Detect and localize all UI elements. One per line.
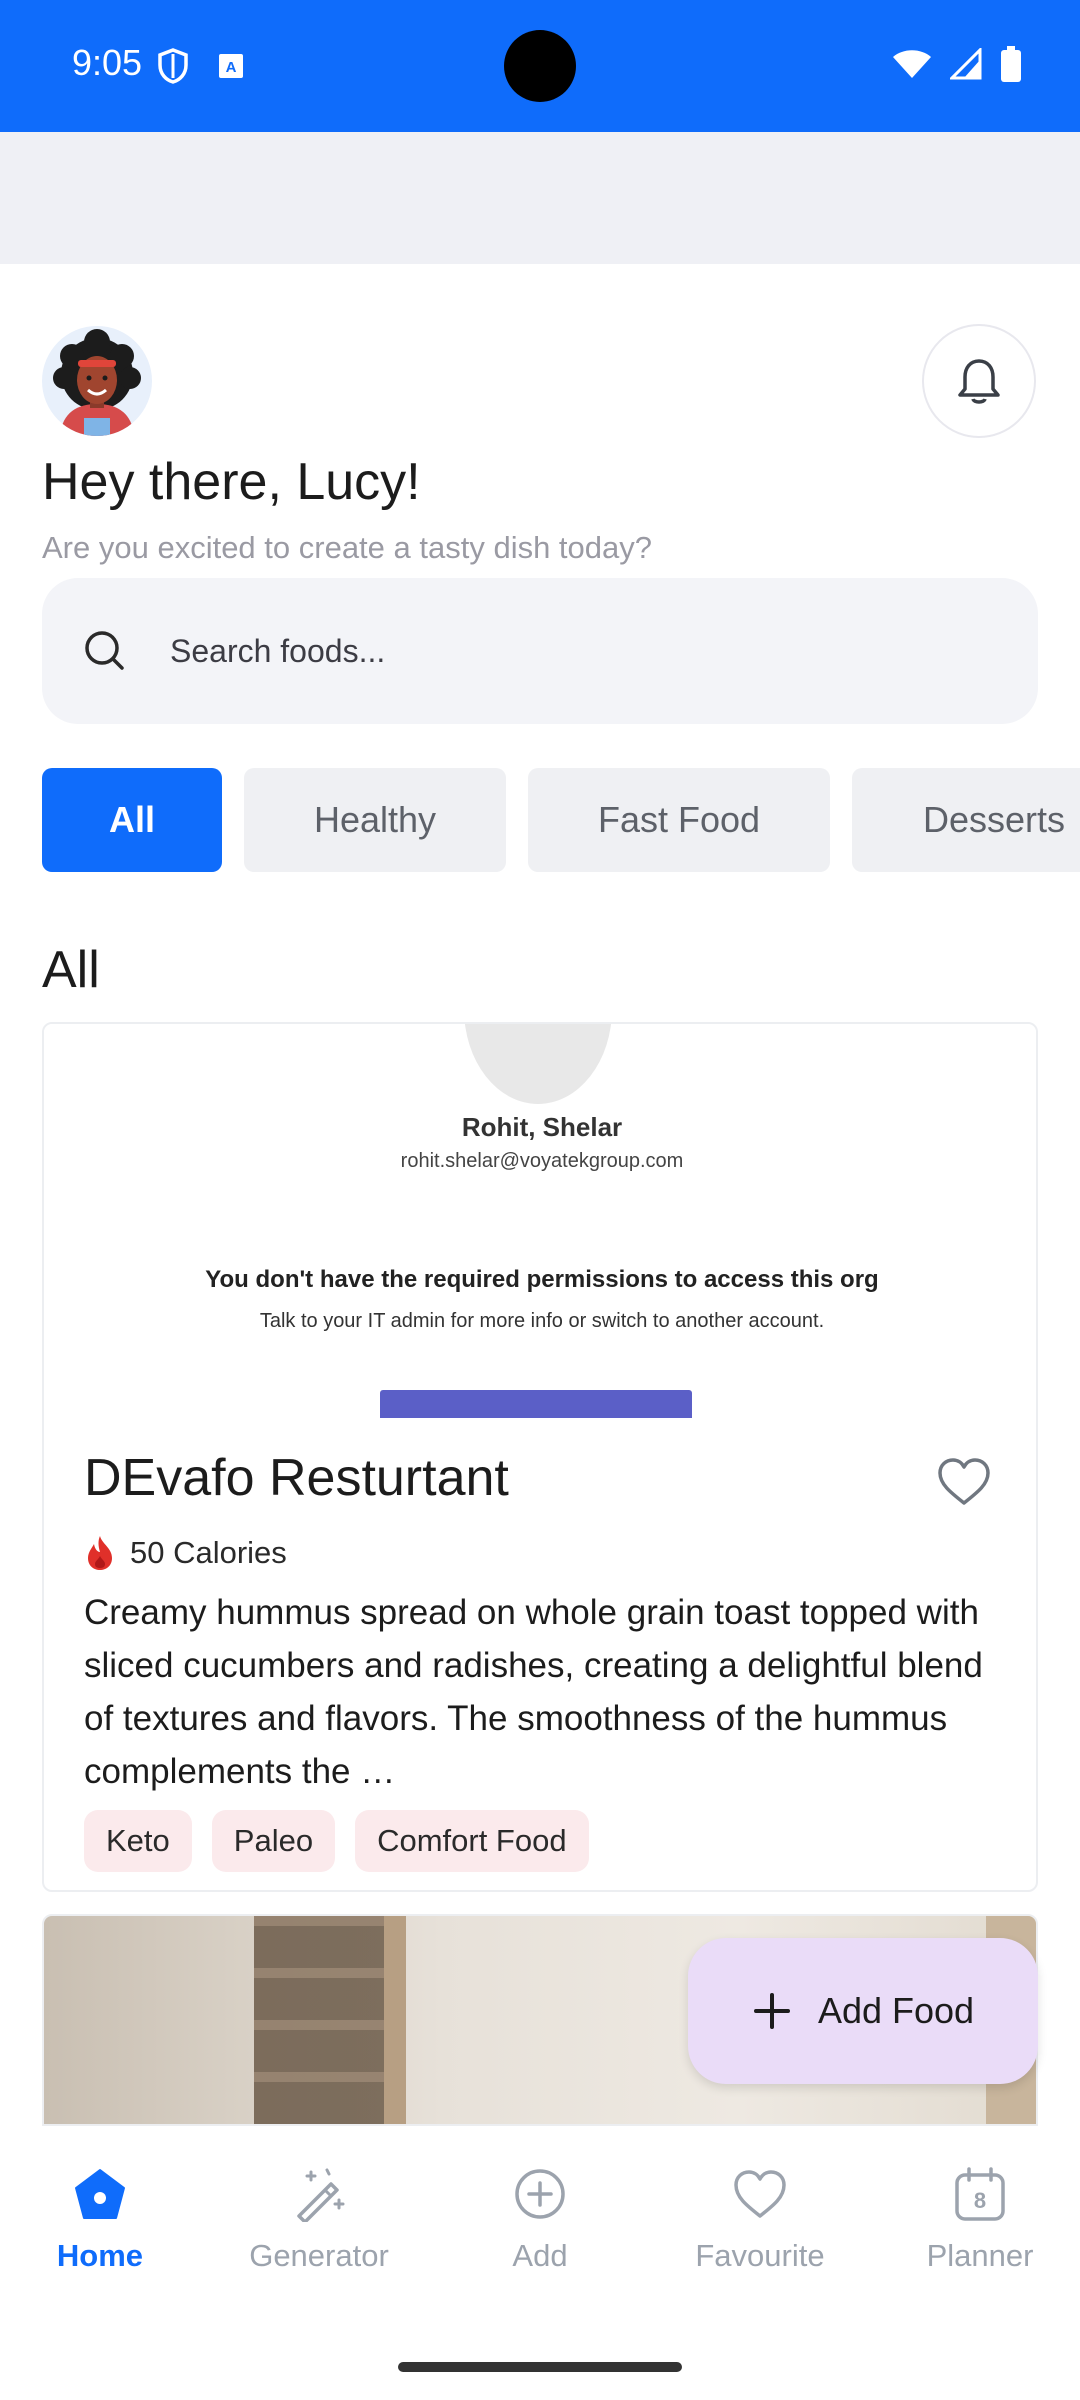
bookshelf-image <box>254 1916 404 2124</box>
food-title: DEvafo Resturtant <box>84 1449 509 1507</box>
status-time: 9:05 <box>72 42 143 83</box>
chip-fast-food[interactable]: Fast Food <box>528 768 830 872</box>
shield-icon <box>158 48 188 84</box>
greeting-title: Hey there, Lucy! <box>42 453 421 511</box>
calendar-badge: 8 <box>974 2188 986 2213</box>
search-input[interactable] <box>170 632 970 670</box>
food-card-image: Rohit, Shelar rohit.shelar@voyatekgroup.… <box>44 1024 1036 1418</box>
nav-home-label: Home <box>56 2238 144 2273</box>
accessibility-text-icon: A <box>219 54 243 78</box>
nav-add[interactable]: Add <box>440 2166 640 2274</box>
account-avatar-placeholder <box>464 1024 612 1104</box>
cell-signal-icon <box>950 48 982 80</box>
magic-wand-icon <box>297 2168 345 2222</box>
food-tags: Keto Paleo Comfort Food <box>84 1810 589 1872</box>
wifi-icon <box>893 50 931 78</box>
add-food-label: Add Food <box>817 1990 975 2031</box>
nav-generator-label: Generator <box>249 2238 389 2273</box>
nav-home[interactable]: Home <box>0 2166 200 2274</box>
search-bar[interactable] <box>42 578 1038 724</box>
calories-row: 50 Calories <box>84 1534 287 1572</box>
bottom-navigation: Home Generator Add Favourite 8 Planner <box>0 2126 1080 2400</box>
image-permission-submessage: Talk to your IT admin for more info or s… <box>259 1310 825 1332</box>
status-icons-left: A <box>158 48 244 84</box>
status-icons-right <box>892 46 1022 82</box>
nav-planner-label: Planner <box>926 2238 1034 2273</box>
calories-text: 50 Calories <box>130 1535 287 1570</box>
avatar-illustration <box>53 329 141 436</box>
nav-planner[interactable]: 8 Planner <box>880 2166 1080 2274</box>
home-indicator[interactable] <box>398 2362 682 2372</box>
notifications-button[interactable] <box>922 324 1036 438</box>
nav-generator[interactable]: Generator <box>219 2166 419 2274</box>
heart-icon <box>734 2170 786 2218</box>
status-bar: 9:05 A <box>0 0 1080 132</box>
search-icon <box>85 631 124 670</box>
avatar[interactable] <box>42 326 152 436</box>
nav-favourite[interactable]: Favourite <box>660 2166 860 2274</box>
battery-icon <box>1001 46 1021 82</box>
svg-text:A: A <box>226 59 237 76</box>
nav-add-label: Add <box>512 2238 568 2273</box>
image-account-name: Rohit, Shelar <box>461 1112 623 1142</box>
chip-healthy[interactable]: Healthy <box>244 768 506 872</box>
plus-icon <box>753 1993 790 2029</box>
greeting-subtitle: Are you excited to create a tasty dish t… <box>42 530 653 565</box>
category-chips: All Healthy Fast Food Desserts <box>42 768 1080 872</box>
calendar-icon: 8 <box>955 2167 1005 2221</box>
nav-favourite-label: Favourite <box>695 2238 825 2273</box>
chip-all[interactable]: All <box>42 768 222 872</box>
bell-icon <box>958 359 1000 404</box>
section-title: All <box>42 941 100 999</box>
add-circle-icon <box>515 2169 565 2219</box>
image-permission-message: You don't have the required permissions … <box>205 1266 879 1293</box>
fire-icon <box>88 1536 112 1570</box>
tag-paleo: Paleo <box>211 1810 336 1872</box>
chip-desserts[interactable]: Desserts <box>852 768 1080 872</box>
home-icon <box>75 2169 125 2219</box>
favourite-button[interactable] <box>934 1452 994 1512</box>
heart-outline-icon <box>938 1458 990 1505</box>
app-bar-placeholder <box>0 132 1080 264</box>
food-description: Creamy hummus spread on whole grain toas… <box>84 1593 983 1791</box>
tag-comfort-food: Comfort Food <box>355 1810 589 1872</box>
camera-cutout <box>504 30 576 102</box>
image-switch-button <box>380 1390 692 1418</box>
tag-keto: Keto <box>84 1810 192 1872</box>
add-food-button[interactable]: Add Food <box>688 1938 1038 2084</box>
image-account-email: rohit.shelar@voyatekgroup.com <box>400 1150 684 1172</box>
shelf-frame <box>384 1916 406 2124</box>
food-card[interactable]: Rohit, Shelar rohit.shelar@voyatekgroup.… <box>42 1022 1038 1892</box>
